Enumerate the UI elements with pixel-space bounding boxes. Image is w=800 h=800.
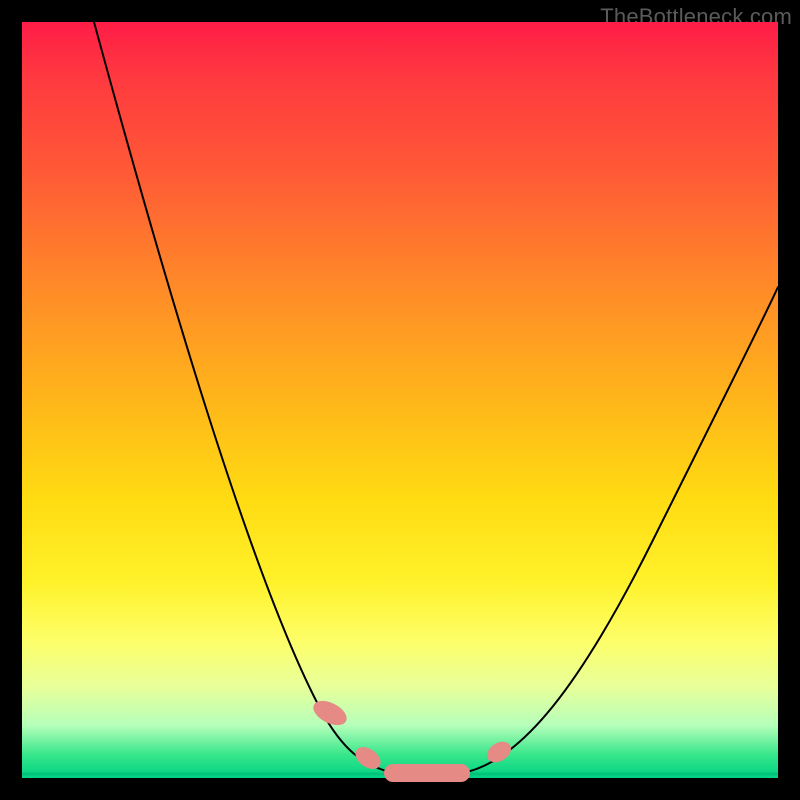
chart-svg [22,22,778,778]
marker-right [483,737,515,766]
plot-area [22,22,778,778]
outer-frame: TheBottleneck.com [0,0,800,800]
right-curve [462,287,778,773]
marker-base-pill [384,764,470,782]
left-curve [94,22,394,773]
